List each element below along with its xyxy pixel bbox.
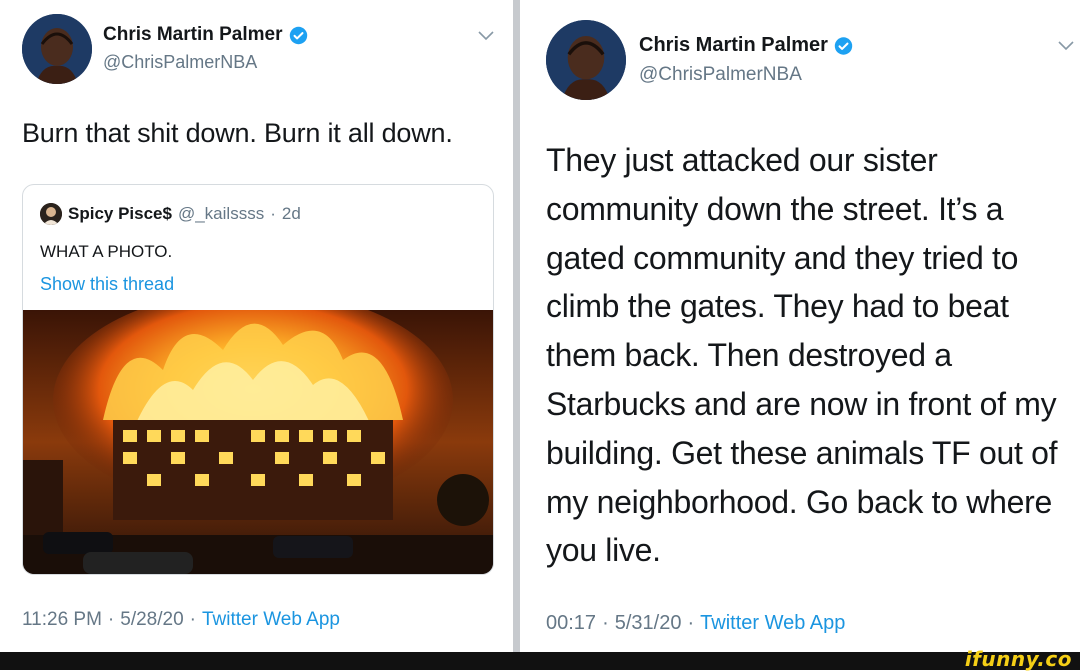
meta-separator: · [602,612,609,634]
tweet-text: Burn that shit down. Burn it all down. [22,118,453,148]
tweet-text: They just attacked our sister community … [546,142,1058,569]
quoted-author-handle: @_kailssss [177,204,265,223]
verified-badge-icon [289,26,308,45]
show-thread-link[interactable]: Show this thread [40,274,174,295]
author-avatar[interactable] [22,14,92,84]
quoted-tweet-age: 2d [281,204,301,223]
author-handle[interactable]: @ChrisPalmerNBA [639,64,802,86]
meta-separator: · [189,609,196,630]
author-name-text: Chris Martin Palmer [639,34,828,56]
tweet-date[interactable]: 5/31/20 [615,612,682,634]
quoted-tweet-text: WHAT A PHOTO. [40,242,173,261]
author-name[interactable]: Chris Martin Palmer [103,24,308,46]
quoted-tweet-card[interactable]: Spicy Pisce$ @_kailssss · 2d WHAT A PHOT… [22,184,494,575]
tweet-meta: 11:26 PM · 5/28/20 · Twitter Web App [22,609,340,631]
meta-separator: · [687,612,695,634]
tweet-source[interactable]: Twitter Web App [202,609,340,630]
quoted-tweet-photo[interactable] [23,310,493,574]
tweet-time[interactable]: 11:26 PM [22,609,102,630]
meta-separator: · [107,609,115,630]
footer-bar [0,652,1080,670]
quoted-author-name: Spicy Pisce$ [68,204,172,223]
watermark-logo: ifunny.co [964,647,1072,671]
tweet-source[interactable]: Twitter Web App [700,612,845,634]
tweet-meta: 00:17 · 5/31/20 · Twitter Web App [546,612,845,635]
tweet-time[interactable]: 00:17 [546,612,596,634]
verified-badge-icon [834,36,853,55]
author-handle[interactable]: @ChrisPalmerNBA [103,52,257,73]
quoted-author-avatar [40,203,62,225]
chevron-down-icon[interactable] [1058,41,1074,51]
left-tweet-panel: Chris Martin Palmer @ChrisPalmerNBA Burn… [0,0,513,652]
quoted-separator: · [270,204,276,223]
right-tweet-panel: Chris Martin Palmer @ChrisPalmerNBA They… [520,0,1080,652]
quoted-tweet-header: Spicy Pisce$ @_kailssss · 2d [40,203,301,225]
tweet-date[interactable]: 5/28/20 [120,609,183,630]
author-name-text: Chris Martin Palmer [103,24,283,45]
author-name[interactable]: Chris Martin Palmer [639,34,853,57]
panel-divider [513,0,520,652]
author-avatar[interactable] [546,20,626,100]
chevron-down-icon[interactable] [478,31,494,41]
